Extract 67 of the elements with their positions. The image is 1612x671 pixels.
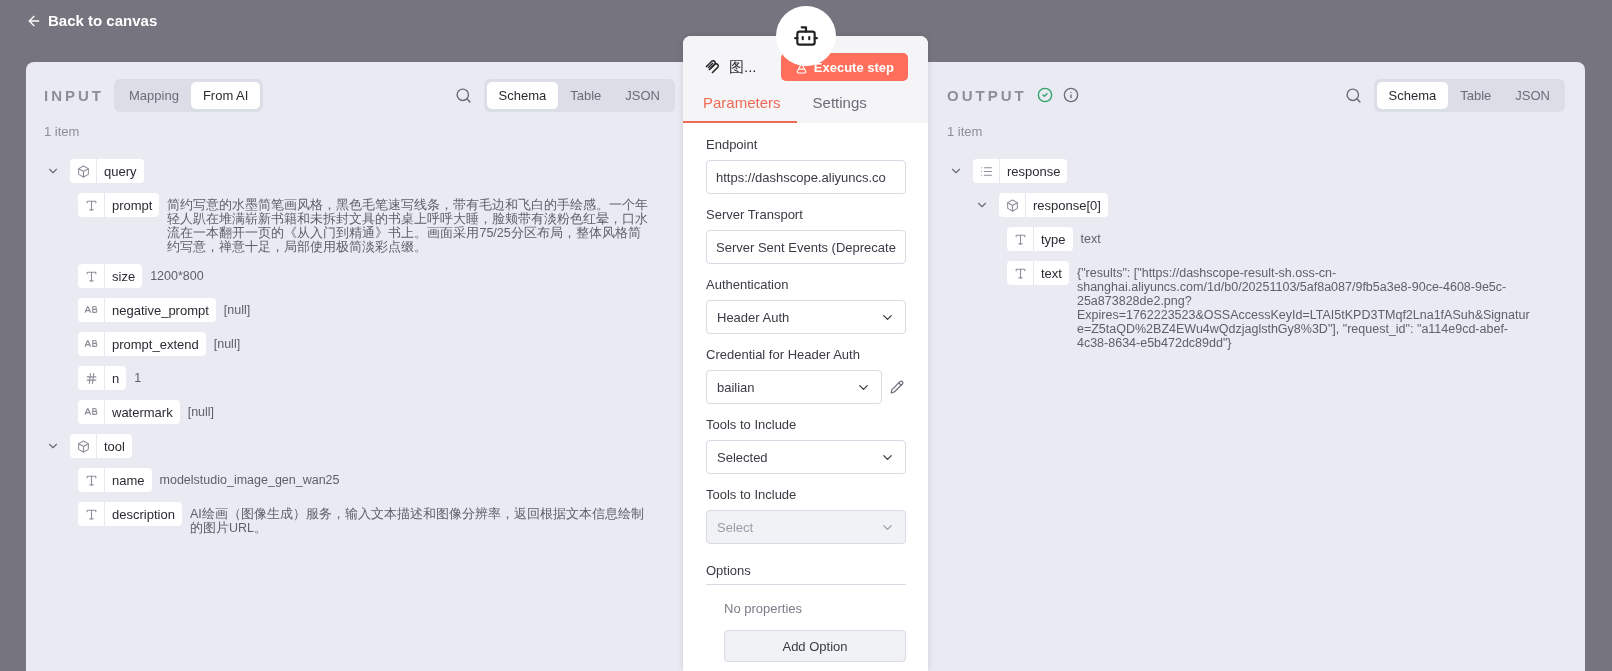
field-value: [null] [187, 404, 215, 419]
view-tab[interactable]: Schema [1376, 81, 1449, 109]
node-tab[interactable]: Settings [796, 86, 883, 123]
field-pill[interactable]: response [973, 159, 1068, 183]
info-icon[interactable] [1062, 87, 1079, 103]
select-field[interactable]: bailian [706, 370, 882, 404]
field-pill[interactable]: size [78, 264, 143, 288]
item-count: 1 item [947, 124, 984, 139]
field-pill[interactable]: prompt [78, 193, 160, 217]
field-pill[interactable]: name [78, 468, 152, 492]
pencil-icon[interactable] [888, 378, 906, 396]
field-value: 1200*800 [150, 268, 204, 283]
options-label: Options [706, 563, 906, 585]
field-pill[interactable]: query [70, 159, 144, 183]
number-type-icon [84, 371, 98, 385]
text-type-icon [1013, 266, 1027, 280]
panel-title: OUTPUT [947, 86, 1027, 104]
cube-icon [1005, 198, 1019, 212]
field-pill[interactable]: response[0] [999, 193, 1108, 217]
field-pill[interactable]: tool [70, 434, 132, 458]
panel-title: INPUT [44, 86, 104, 104]
field-pill[interactable]: type [1007, 227, 1073, 251]
field-value: [null] [213, 336, 241, 351]
node-title: 图... [729, 57, 757, 77]
field-pill[interactable]: watermark [78, 400, 180, 424]
field-pill[interactable]: prompt_extend [78, 332, 206, 356]
field-value: AI绘画（图像生成）服务，输入文本描述和图像分辨率，返回根据文本信息绘制的图片URL。 [189, 506, 645, 535]
item-count: 1 item [44, 124, 81, 139]
field-pill[interactable]: text [1007, 261, 1069, 285]
text-type-icon [1013, 232, 1027, 246]
mode-tab[interactable]: Mapping [117, 81, 191, 109]
field-pill[interactable]: n [78, 366, 127, 390]
text-type-icon [84, 269, 98, 283]
field-label: Credential for Header Auth [706, 347, 861, 362]
field-value: 简约写意的水墨简笔画风格，黑色毛笔速写线条，带有毛边和飞白的手绘感。一个年轻人趴在堆满崭新书籍和未拆封文具的书桌上呼呼大睡，脸颊带有淡粉色红晕，口水流在一本翻开一页的《从入门到精通》书上。画面采用75/25分区布局，整体风格简约写意，禅意十足，局部使用极简淡彩点缀。 [167, 197, 650, 254]
select-field[interactable]: Selected [706, 440, 906, 474]
text-type-icon [84, 507, 98, 521]
text-type-icon [84, 473, 98, 487]
field-label: Server Transport [706, 207, 804, 222]
back-link[interactable]: Back to canvas [26, 12, 158, 29]
view-tab[interactable]: JSON [613, 81, 672, 109]
cube-icon [76, 439, 90, 453]
field-value: 1 [134, 370, 142, 385]
add-option-button[interactable]: Add Option [724, 630, 906, 662]
field-value: modelstudio_image_gen_wan25 [159, 472, 340, 487]
text-field[interactable]: https://dashscope.aliyuncs.co [706, 160, 906, 194]
field-value: [null] [223, 302, 251, 317]
mode-tab[interactable]: From AI [190, 81, 261, 109]
select-field[interactable]: Header Auth [706, 300, 906, 334]
field-label: Tools to Include [706, 487, 798, 502]
text-type-icon [84, 198, 98, 212]
view-tab[interactable]: Table [1448, 81, 1504, 109]
list-icon [979, 164, 993, 178]
field-label: Endpoint [706, 137, 759, 152]
field-label: Authentication [706, 277, 790, 292]
view-tab[interactable]: JSON [1503, 81, 1562, 109]
empty-text: No properties [723, 600, 804, 616]
view-tab[interactable]: Schema [486, 81, 559, 109]
cube-icon [76, 164, 90, 178]
text-field[interactable]: Server Sent Events (Deprecate [706, 230, 906, 264]
node-type-icon [703, 58, 721, 76]
view-tab[interactable]: Table [558, 81, 614, 109]
field-value: {"results": ["https://dashscope-result-sh.oss-cn-shanghai.aliyuncs.com/1d/b0/20251103/5af8a087/9fb5a3e8-90ce-4608-9e5c-25a873828de2.png?Expires=1762223523&OSSAccessKeyId=LTAI5tKPD3TMqf2Lna1fASuh&Signature=Z5taQD%2BZ4EWu4wQdzjaglsthGy8%3D"], "request_id": "a114e9cd-abef-4c38-8634-e5b472dc89dd"} [1076, 265, 1531, 350]
field-value: text [1080, 231, 1101, 246]
field-pill[interactable]: description [78, 502, 182, 526]
field-label: Tools to Include [706, 417, 798, 432]
field-pill[interactable]: negative_prompt [78, 298, 216, 322]
